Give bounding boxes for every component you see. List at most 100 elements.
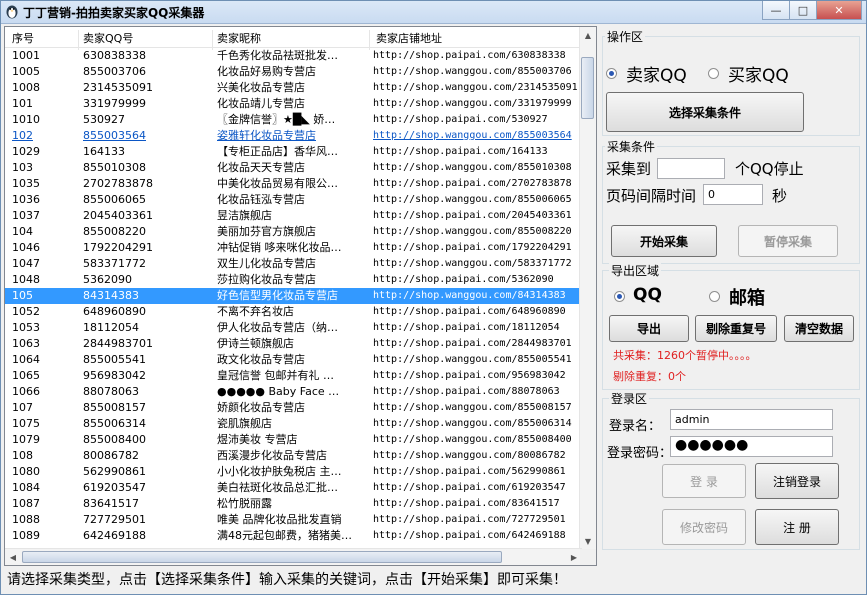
table-row[interactable]: 1084 619203547 美白祛斑化妆品总汇批… http://shop.paip… [5, 480, 582, 496]
row-nickname: 煜沛美妆 专营店 [217, 433, 298, 446]
collect-count-input[interactable] [657, 158, 725, 179]
row-qq: 583371772 [83, 257, 146, 270]
row-shop-url: http://shop.paipai.com/2702783878 [373, 178, 572, 189]
row-qq: 2702783878 [83, 177, 153, 190]
horizontal-scroll-thumb[interactable] [22, 551, 502, 563]
row-nickname: 小小化妆护肤兔税店 主… [217, 465, 342, 478]
table-row[interactable]: 1064 855005541 政文化妆品专营店 http://shop.wanggou… [5, 352, 582, 368]
radio-export-mail[interactable] [709, 291, 720, 302]
table-row[interactable]: 1066 88078063 ●●●●● Baby Face … http://shop… [5, 384, 582, 400]
table-row[interactable]: 1035 2702783878 中美化妆品贸易有限公… http://shop.pai… [5, 176, 582, 192]
radio-export-qq[interactable] [614, 291, 625, 302]
header-nickname[interactable]: 卖家昵称 [217, 30, 261, 46]
row-shop-url: http://shop.paipai.com/956983042 [373, 370, 566, 381]
row-nickname: 千色秀化妆品祛斑批发… [217, 49, 338, 62]
username-input[interactable]: admin [670, 409, 833, 430]
row-index: 1065 [12, 369, 40, 382]
table-row[interactable]: 1065 956983042 皇冠信誉 包邮并有礼 … http://shop.pai… [5, 368, 582, 384]
table-row[interactable]: 1063 2844983701 伊诗兰顿旗舰店 http://shop.paipai.… [5, 336, 582, 352]
choose-conditions-button[interactable]: 选择采集条件 [606, 92, 804, 132]
vertical-scrollbar[interactable]: ▲ ▼ [579, 27, 596, 549]
row-shop-url: http://shop.paipai.com/2844983701 [373, 338, 572, 349]
table-row[interactable]: 105 84314383 好色信型男化妆品专营店 http://shop.wanggo… [5, 288, 582, 304]
row-qq: 630838338 [83, 49, 146, 62]
header-shop-url[interactable]: 卖家店铺地址 [376, 30, 442, 46]
interval-input[interactable]: 0 [703, 184, 763, 205]
dedupe-button[interactable]: 剔除重复号 [695, 315, 777, 342]
table-row[interactable]: 1008 2314535091 兴美化妆品专营店 http://shop.wanggo… [5, 80, 582, 96]
table-row[interactable]: 1048 5362090 莎拉购化妆品专营店 http://shop.paipai.c… [5, 272, 582, 288]
row-qq: 855003564 [83, 129, 146, 142]
table-row[interactable]: 1088 727729501 唯美 品牌化妆品批发直销 http://shop.pai… [5, 512, 582, 528]
row-index: 102 [12, 129, 33, 142]
table-row[interactable]: 1010 530927 〖金牌信誉〗★█◣ 娇… http://shop.paipai… [5, 112, 582, 128]
maximize-button[interactable]: □ [789, 1, 817, 20]
row-nickname: 化妆品天天专营店 [217, 161, 305, 174]
row-qq: 88078063 [83, 385, 139, 398]
interval-suffix: 秒 [772, 187, 788, 205]
login-button[interactable]: 登 录 [662, 464, 746, 498]
row-qq: 855008400 [83, 433, 146, 446]
header-index[interactable]: 序号 [12, 30, 34, 46]
table-row[interactable]: 1036 855006065 化妆品钰泓专营店 http://shop.wanggou… [5, 192, 582, 208]
change-password-button[interactable]: 修改密码 [662, 509, 746, 545]
radio-export-mail-label[interactable]: 邮箱 [729, 284, 765, 310]
app-penguin-icon [6, 5, 18, 19]
table-row[interactable]: 1046 1792204291 冲钻促销 哆来咪化妆品… http://shop.pa… [5, 240, 582, 256]
table-row[interactable]: 1029 164133 【专柜正品店】香华风… http://shop.paipai.… [5, 144, 582, 160]
table-row[interactable]: 102 855003564 姿雅轩化妆品专营店 http://shop.wanggou… [5, 128, 582, 144]
logout-button[interactable]: 注销登录 [755, 463, 839, 499]
table-row[interactable]: 1075 855006314 瓷肌旗舰店 http://shop.wanggou.co… [5, 416, 582, 432]
row-nickname: 伊诗兰顿旗舰店 [217, 337, 294, 350]
row-index: 1088 [12, 513, 40, 526]
close-button[interactable]: ✕ [816, 1, 862, 20]
row-qq: 648960890 [83, 305, 146, 318]
table-row[interactable]: 104 855008220 美丽加芬官方旗舰店 http://shop.wanggou… [5, 224, 582, 240]
row-shop-url: http://shop.wanggou.com/855008157 [373, 402, 572, 413]
table-row[interactable]: 1053 18112054 伊人化妆品专营店（纳… http://shop.paipa… [5, 320, 582, 336]
radio-seller-qq[interactable] [606, 68, 617, 79]
password-input[interactable]: ●●●●●● [670, 436, 833, 457]
row-index: 1037 [12, 209, 40, 222]
scroll-up-icon[interactable]: ▲ [580, 27, 596, 43]
table-row[interactable]: 1087 83641517 松竹脱丽露 http://shop.paipai.com/… [5, 496, 582, 512]
vertical-scroll-thumb[interactable] [581, 57, 594, 119]
row-nickname: 双生儿化妆品专营店 [217, 257, 316, 270]
table-row[interactable]: 1080 562990861 小小化妆护肤兔税店 主… http://shop.pai… [5, 464, 582, 480]
minimize-button[interactable]: — [762, 1, 790, 20]
dedupe-status: 剔除重复：0个 [613, 370, 686, 383]
table-row[interactable]: 1005 855003706 化妆品好易购专营店 http://shop.wanggo… [5, 64, 582, 80]
table-row[interactable]: 108 80086782 西溪漫步化妆品专营店 http://shop.wanggou… [5, 448, 582, 464]
pause-collect-button[interactable]: 暂停采集 [738, 225, 838, 257]
header-qq[interactable]: 卖家QQ号 [83, 30, 133, 46]
register-button[interactable]: 注 册 [755, 509, 839, 545]
table-row[interactable]: 1047 583371772 双生儿化妆品专营店 http://shop.wanggo… [5, 256, 582, 272]
table-row[interactable]: 1001 630838338 千色秀化妆品祛斑批发… http://shop.paip… [5, 48, 582, 64]
radio-buyer-qq[interactable] [708, 68, 719, 79]
row-index: 1053 [12, 321, 40, 334]
table-row[interactable]: 1052 648960890 不离不弃名妆店 http://shop.paipai.c… [5, 304, 582, 320]
row-qq: 855008220 [83, 225, 146, 238]
radio-export-qq-label[interactable]: QQ [633, 285, 662, 305]
table-row[interactable]: 103 855010308 化妆品天天专营店 http://shop.wanggou.… [5, 160, 582, 176]
table-row[interactable]: 1089 642469188 满48元起包邮费，猪猪美… http://shop.pa… [5, 528, 582, 544]
start-collect-button[interactable]: 开始采集 [611, 225, 717, 257]
row-qq: 855006314 [83, 417, 146, 430]
scroll-left-icon[interactable]: ◀ [5, 549, 21, 565]
table-row[interactable]: 101 331979999 化妆品靖儿专营店 http://shop.wanggou.… [5, 96, 582, 112]
table-row[interactable]: 107 855008157 娇颜化妆品专营店 http://shop.wanggou.… [5, 400, 582, 416]
scroll-down-icon[interactable]: ▼ [580, 533, 596, 549]
table-row[interactable]: 1079 855008400 煜沛美妆 专营店 http://shop.wanggou… [5, 432, 582, 448]
results-list[interactable]: 序号 卖家QQ号 卖家昵称 卖家店铺地址 1001 630838338 千色秀化妆品… [4, 26, 597, 566]
radio-seller-label[interactable]: 卖家QQ [626, 61, 687, 86]
login-group-label: 登录区 [609, 390, 650, 407]
clear-data-button[interactable]: 清空数据 [784, 315, 854, 342]
radio-buyer-label[interactable]: 买家QQ [728, 61, 789, 86]
row-qq: 80086782 [83, 449, 139, 462]
status-bar: 请选择采集类型，点击【选择采集条件】输入采集的关键词，点击【开始采集】即可采集！ [7, 572, 567, 588]
horizontal-scrollbar[interactable]: ◀ ▶ [5, 548, 582, 565]
row-qq: 331979999 [83, 97, 146, 110]
table-row[interactable]: 1037 2045403361 昱洁旗舰店 http://shop.paipai.co… [5, 208, 582, 224]
row-shop-url: http://shop.paipai.com/619203547 [373, 482, 566, 493]
export-button[interactable]: 导出 [609, 315, 689, 342]
